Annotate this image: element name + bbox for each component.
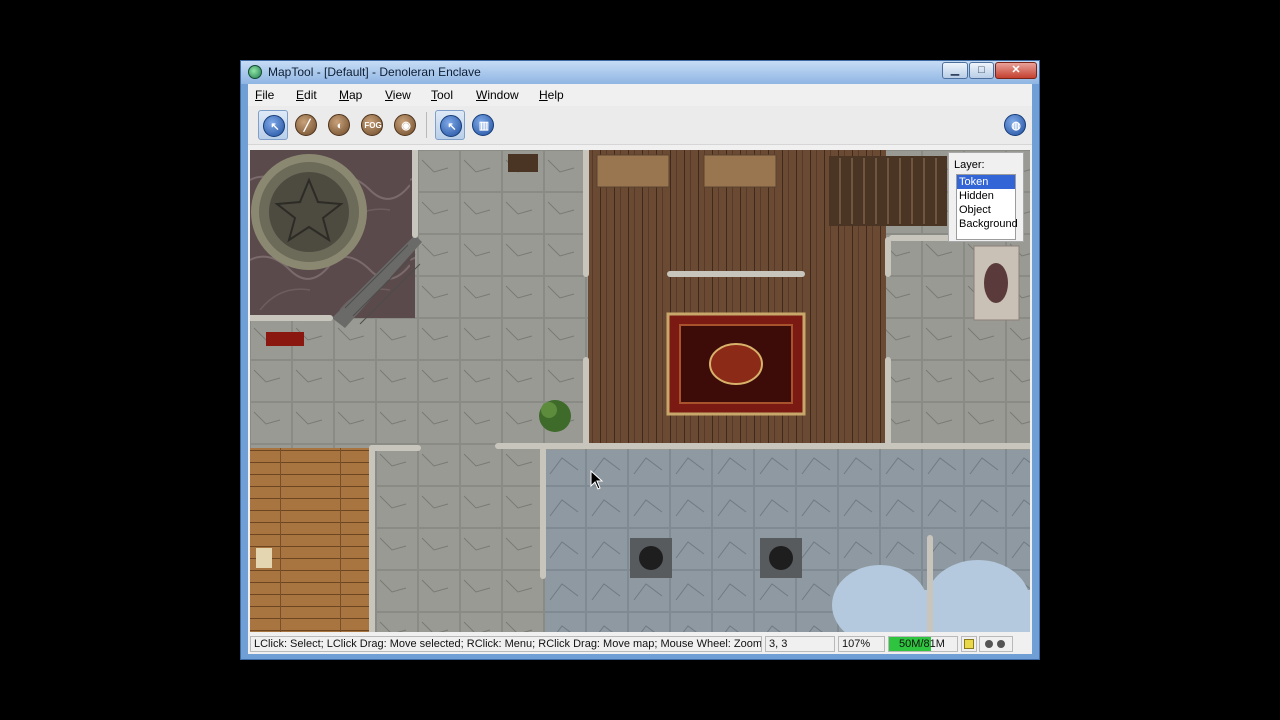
layer-option-object[interactable]: Object	[957, 203, 1015, 217]
menu-edit[interactable]: Edit	[296, 88, 317, 102]
vision-icon: ◉	[394, 114, 416, 136]
draw-tool-button[interactable]: ╱	[291, 110, 321, 140]
activity-icon	[964, 639, 974, 649]
connection-button[interactable]: ◍	[1000, 110, 1030, 140]
menu-file[interactable]: File	[255, 88, 274, 102]
layer-list[interactable]: Token Hidden Object Background	[956, 174, 1018, 240]
server-status-icon	[985, 640, 993, 648]
layer-option-background[interactable]: Background	[957, 217, 1018, 231]
template-icon: ◐	[328, 114, 350, 136]
layer-label: Layer:	[954, 159, 985, 171]
fog-tool-button[interactable]: FOG	[357, 110, 387, 140]
title-bar[interactable]: MapTool - [Default] - Denoleran Enclave …	[241, 61, 1039, 84]
menu-help[interactable]: Help	[539, 88, 564, 102]
toolbar: ↖ ╱ ◐ FOG ◉ ↖ ▥ ◍	[248, 106, 1032, 145]
status-bar: LClick: Select; LClick Drag: Move select…	[248, 634, 1032, 654]
pointer-icon: ↖	[263, 115, 285, 137]
window-title: MapTool - [Default] - Denoleran Enclave	[268, 65, 481, 79]
map-canvas[interactable]: Layer: Token Hidden Object Background	[250, 150, 1030, 632]
status-zoom: 107%	[838, 636, 885, 652]
connection-indicator	[979, 636, 1013, 652]
menu-tool[interactable]: Tool	[431, 88, 453, 102]
globe-icon: ◍	[1004, 114, 1026, 136]
vision-tool-button[interactable]: ◉	[390, 110, 420, 140]
draw-icon: ╱	[295, 114, 317, 136]
pointer-tool-button[interactable]: ↖	[258, 110, 288, 140]
select-pointer-icon: ↖	[440, 115, 462, 137]
layer-selector: Layer: Token Hidden Object Background	[948, 152, 1024, 242]
memory-indicator[interactable]: 50M/81M	[888, 636, 958, 652]
status-hint: LClick: Select; LClick Drag: Move select…	[250, 636, 762, 652]
mouse-cursor-icon	[590, 470, 604, 490]
measure-tool-button[interactable]: ▥	[468, 110, 498, 140]
select-pointer-button[interactable]: ↖	[435, 110, 465, 140]
client-status-icon	[997, 640, 1005, 648]
fog-icon: FOG	[361, 114, 383, 136]
menu-view[interactable]: View	[385, 88, 411, 102]
maptool-window: MapTool - [Default] - Denoleran Enclave …	[240, 60, 1040, 660]
activity-indicator	[961, 636, 977, 652]
template-tool-button[interactable]: ◐	[324, 110, 354, 140]
map-image	[250, 150, 1030, 632]
client-area: File Edit Map View Tool Window Help ↖ ╱ …	[248, 84, 1032, 654]
layer-option-hidden[interactable]: Hidden	[957, 189, 1015, 203]
menu-map[interactable]: Map	[339, 88, 362, 102]
app-icon	[248, 65, 262, 79]
menu-window[interactable]: Window	[476, 88, 519, 102]
status-coordinates: 3, 3	[765, 636, 835, 652]
memory-text: 50M/81M	[899, 638, 945, 650]
close-button[interactable]: ✕	[995, 62, 1037, 79]
minimize-button[interactable]: ▁	[942, 62, 968, 79]
toolbar-separator	[426, 112, 427, 138]
layer-option-token[interactable]: Token	[957, 175, 1015, 189]
menu-bar: File Edit Map View Tool Window Help	[248, 84, 1032, 104]
measure-icon: ▥	[472, 114, 494, 136]
maximize-button[interactable]: □	[969, 62, 994, 79]
